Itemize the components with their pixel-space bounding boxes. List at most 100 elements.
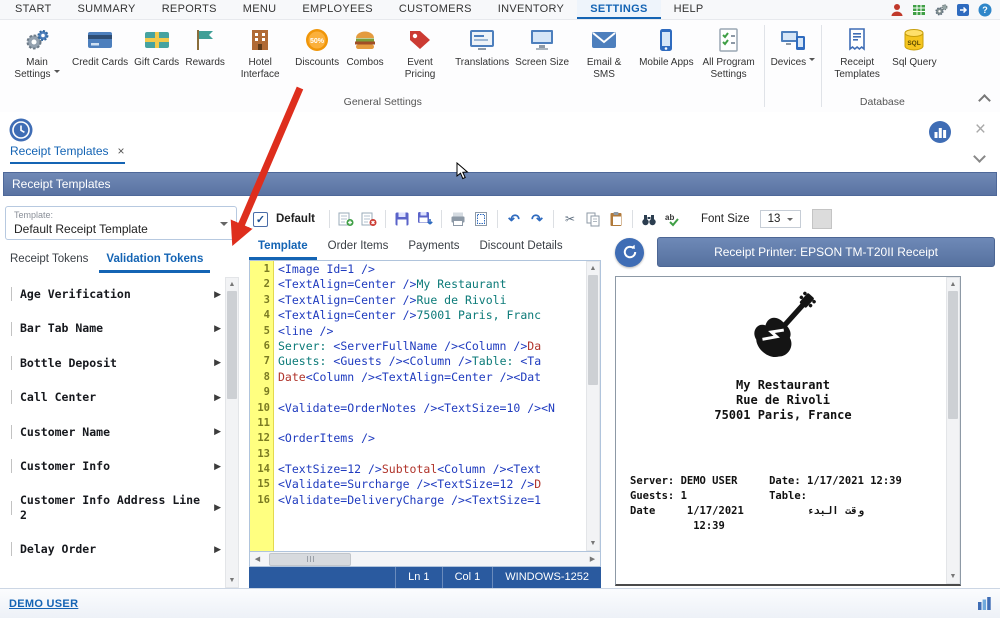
expand-arrow-icon[interactable]: ▶ <box>214 426 221 437</box>
code-line[interactable]: Guests: <Guests /><Column />Table: <Ta <box>278 354 586 369</box>
tab-receipt-templates[interactable]: Receipt Templates × <box>10 144 125 164</box>
ribbon-item-event-pricing[interactable]: Event Pricing <box>389 22 451 81</box>
token-tab[interactable]: Receipt Tokens <box>3 249 95 273</box>
paste-icon[interactable] <box>606 209 626 229</box>
scroll-up-icon[interactable]: ▲ <box>947 278 959 291</box>
token-tab[interactable]: Validation Tokens <box>99 249 210 273</box>
scroll-thumb[interactable] <box>227 291 237 399</box>
ribbon-item-receipt-templates[interactable]: Receipt Templates <box>826 22 888 81</box>
token-item[interactable]: Customer Name ▶ <box>3 415 225 449</box>
grid-icon[interactable] <box>978 597 991 610</box>
scroll-up-icon[interactable]: ▲ <box>587 262 599 275</box>
editor-vscrollbar[interactable]: ▲ ▼ <box>586 261 600 551</box>
token-item[interactable]: Bar Tab Name ▶ <box>3 311 225 345</box>
code-line[interactable]: <Validate=OrderNotes /><TextSize=10 /><N <box>278 401 586 416</box>
template-select[interactable]: Template: Default Receipt Template <box>5 206 237 240</box>
menu-item[interactable]: SUMMARY <box>65 0 149 19</box>
page-setup-icon[interactable] <box>471 209 491 229</box>
editor-tab[interactable]: Template <box>249 236 317 260</box>
code-line[interactable] <box>278 385 586 400</box>
table-icon[interactable] <box>911 2 926 17</box>
token-list-scrollbar[interactable]: ▲ ▼ <box>225 277 239 588</box>
code-line[interactable]: <Validate=Surcharge /><TextSize=12 />D <box>278 477 586 492</box>
code-line[interactable] <box>278 416 586 431</box>
code-line[interactable]: Server: <ServerFullName /><Column />Da <box>278 339 586 354</box>
find-icon[interactable] <box>639 209 659 229</box>
code-line[interactable] <box>278 447 586 462</box>
scroll-thumb[interactable] <box>588 275 598 385</box>
chart-icon[interactable] <box>928 120 952 149</box>
tab-close-icon[interactable]: × <box>118 145 125 157</box>
copy-icon[interactable] <box>583 209 603 229</box>
ribbon-item-gift-cards[interactable]: Gift Cards <box>132 22 181 70</box>
expand-arrow-icon[interactable]: ▶ <box>214 289 221 300</box>
token-item[interactable]: Delay Order ▶ <box>3 532 225 566</box>
ribbon-item-rewards[interactable]: Rewards <box>183 22 227 70</box>
editor-tab[interactable]: Order Items <box>319 236 398 260</box>
scroll-thumb[interactable] <box>269 553 351 566</box>
logout-icon[interactable] <box>955 2 970 17</box>
code-line[interactable]: <TextSize=12 />Subtotal<Column /><Text <box>278 462 586 477</box>
scroll-track[interactable] <box>226 291 238 574</box>
token-item[interactable]: Age Verification ▶ <box>3 277 225 311</box>
scroll-track[interactable] <box>947 291 959 570</box>
token-item[interactable]: Customer Info Address Line 2 ▶ <box>3 483 225 532</box>
expand-arrow-icon[interactable]: ▶ <box>214 392 221 403</box>
expand-arrow-icon[interactable]: ▶ <box>214 357 221 368</box>
token-item[interactable]: Bottle Deposit ▶ <box>3 346 225 380</box>
default-checkbox[interactable]: ✓ <box>253 212 268 227</box>
ribbon-item-credit-cards[interactable]: Credit Cards <box>70 22 130 70</box>
help-icon[interactable]: ? <box>977 2 992 17</box>
ribbon-collapse-button[interactable] <box>980 96 988 104</box>
scroll-left-icon[interactable]: ◀ <box>250 555 265 563</box>
scroll-down-icon[interactable]: ▼ <box>226 574 238 587</box>
ribbon-item-translations[interactable]: Translations <box>453 22 511 70</box>
code-line[interactable]: <TextAlign=Center />Rue de Rivoli <box>278 293 586 308</box>
ribbon-item-all-program-settings[interactable]: All Program Settings <box>698 22 760 81</box>
scroll-thumb[interactable] <box>948 291 958 419</box>
redo-icon[interactable]: ↷ <box>527 209 547 229</box>
save-as-icon[interactable] <box>415 209 435 229</box>
ribbon-item-devices[interactable]: Devices <box>769 22 818 70</box>
expand-arrow-icon[interactable]: ▶ <box>214 544 221 555</box>
menu-item[interactable]: EMPLOYEES <box>289 0 386 19</box>
ribbon-item-discounts[interactable]: 50%Discounts <box>293 22 341 70</box>
scroll-down-icon[interactable]: ▼ <box>947 570 959 583</box>
scroll-up-icon[interactable]: ▲ <box>226 278 238 291</box>
expand-arrow-icon[interactable]: ▶ <box>214 502 221 513</box>
token-item[interactable]: Customer Info ▶ <box>3 449 225 483</box>
scroll-right-icon[interactable]: ▶ <box>585 555 600 563</box>
code-line[interactable]: <OrderItems /> <box>278 431 586 446</box>
editor-tab[interactable]: Discount Details <box>471 236 572 260</box>
user-icon[interactable] <box>889 2 904 17</box>
ribbon-item-main-settings[interactable]: Main Settings <box>6 22 68 81</box>
expand-arrow-icon[interactable]: ▶ <box>214 323 221 334</box>
remove-script-icon[interactable] <box>359 209 379 229</box>
menu-item[interactable]: CUSTOMERS <box>386 0 485 19</box>
undo-icon[interactable]: ↶ <box>504 209 524 229</box>
save-icon[interactable] <box>392 209 412 229</box>
code-line[interactable]: <Image Id=1 /> <box>278 262 586 277</box>
ribbon-item-combos[interactable]: Combos <box>343 22 387 70</box>
insert-script-icon[interactable] <box>336 209 356 229</box>
editor-hscrollbar[interactable]: ◀ ▶ <box>249 552 601 567</box>
token-item[interactable]: Call Center ▶ <box>3 380 225 414</box>
code-line[interactable]: <line /> <box>278 324 586 339</box>
ribbon-item-sql-query[interactable]: SQLSql Query <box>890 22 938 70</box>
receipt-printer-button[interactable]: Receipt Printer: EPSON TM-T20II Receipt <box>657 237 995 267</box>
scroll-track[interactable] <box>587 275 599 537</box>
code-line[interactable]: <TextAlign=Center />75001 Paris, Franc <box>278 308 586 323</box>
receipt-scrollbar[interactable]: ▲ ▼ <box>946 277 960 584</box>
menu-item[interactable]: START <box>2 0 65 19</box>
close-icon[interactable]: × <box>975 120 986 139</box>
font-size-select[interactable]: 13 <box>760 210 802 228</box>
code-line[interactable]: <Validate=DeliveryCharge /><TextSize=1 <box>278 493 586 508</box>
code-line[interactable]: <TextAlign=Center />My Restaurant <box>278 277 586 292</box>
ribbon-item-hotel-interface[interactable]: Hotel Interface <box>229 22 291 81</box>
logged-in-user-link[interactable]: DEMO USER <box>9 598 78 610</box>
chevron-down-icon[interactable] <box>973 150 986 163</box>
menu-item[interactable]: SETTINGS <box>577 0 660 19</box>
code-editor[interactable]: <Image Id=1 /><TextAlign=Center />My Res… <box>274 261 586 551</box>
ribbon-item-screen-size[interactable]: Screen Size <box>513 22 571 70</box>
menu-item[interactable]: INVENTORY <box>485 0 577 19</box>
